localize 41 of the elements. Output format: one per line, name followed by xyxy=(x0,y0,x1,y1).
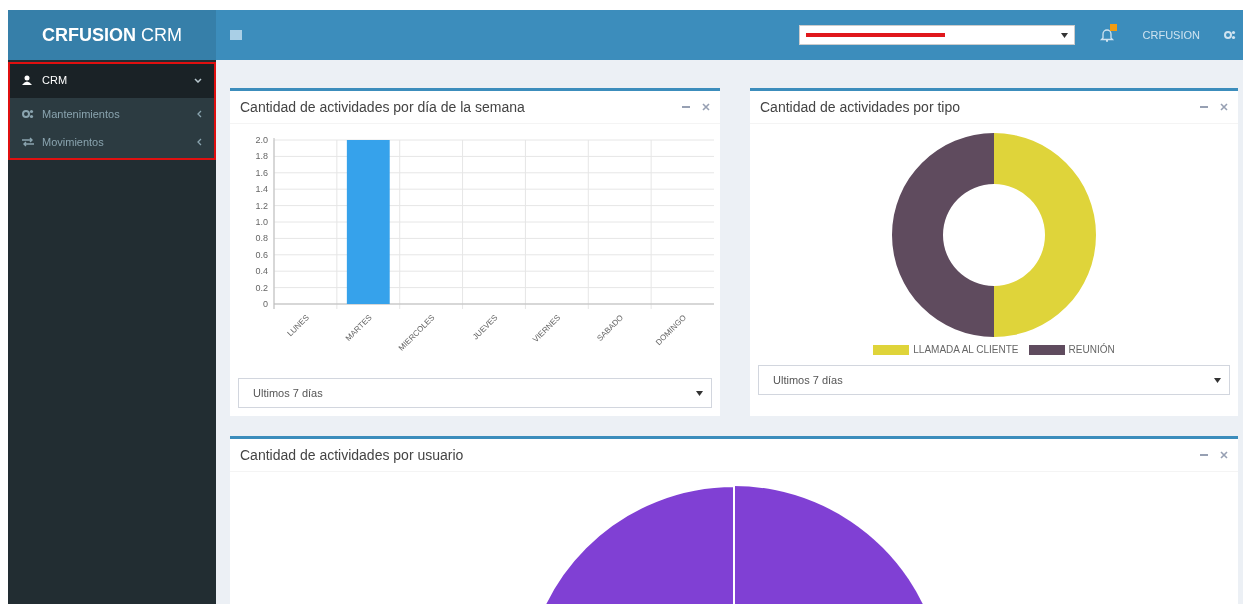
card-title: Cantidad de actividades por tipo xyxy=(760,99,962,115)
y-tick-label: 1.2 xyxy=(255,200,268,211)
sidebar-item[interactable]: CRM xyxy=(8,62,216,98)
legend-label: LLAMADA AL CLIENTE xyxy=(913,344,1019,355)
bell-icon[interactable] xyxy=(1098,27,1115,43)
y-tick-label: 2.0 xyxy=(255,135,268,145)
y-tick-label: 1.8 xyxy=(255,151,268,162)
y-tick-label: 0 xyxy=(263,299,268,309)
caret-icon xyxy=(1060,32,1068,38)
company-select[interactable] xyxy=(798,25,1075,45)
minus-icon xyxy=(1200,451,1208,459)
chevron-left-icon xyxy=(197,138,202,146)
period-select[interactable]: Ultimos 7 días xyxy=(758,365,1230,395)
y-tick-label: 0.8 xyxy=(255,233,268,244)
period-select[interactable]: Ultimos 7 días xyxy=(238,378,712,408)
app-logo[interactable]: CRFUSION CRM xyxy=(8,10,216,60)
caret-icon xyxy=(1214,377,1221,383)
user-name[interactable]: CRFUSION xyxy=(1142,29,1200,41)
y-tick-label: 1.4 xyxy=(255,184,268,195)
gears-icon[interactable] xyxy=(1224,30,1236,40)
user-icon xyxy=(22,75,32,85)
card-title: Cantidad de actividades por usuario xyxy=(240,447,465,463)
close-icon xyxy=(702,103,710,111)
caret-icon xyxy=(696,390,703,396)
y-tick-label: 1.0 xyxy=(255,217,268,227)
exchange-arrows-icon xyxy=(22,137,34,147)
minus-icon xyxy=(682,103,690,111)
minus-icon xyxy=(1200,103,1208,111)
y-tick-label: 0.6 xyxy=(255,249,268,260)
sidebar-subitem[interactable]: Movimientos xyxy=(8,128,216,156)
close-icon xyxy=(1220,103,1228,111)
card-title: Cantidad de actividades por día de la semana xyxy=(240,99,526,115)
chevron-down-icon xyxy=(194,77,202,83)
sidebar-subitem[interactable]: Mantenimientos xyxy=(8,100,216,128)
gears-icon xyxy=(22,109,34,119)
chevron-left-icon xyxy=(197,110,202,118)
y-tick-label: 1.6 xyxy=(255,167,268,178)
y-tick-label: 0.2 xyxy=(255,282,268,293)
legend-label: REUNIÓN xyxy=(1068,344,1115,355)
close-icon xyxy=(1220,451,1228,459)
y-tick-label: 0.4 xyxy=(255,266,268,277)
